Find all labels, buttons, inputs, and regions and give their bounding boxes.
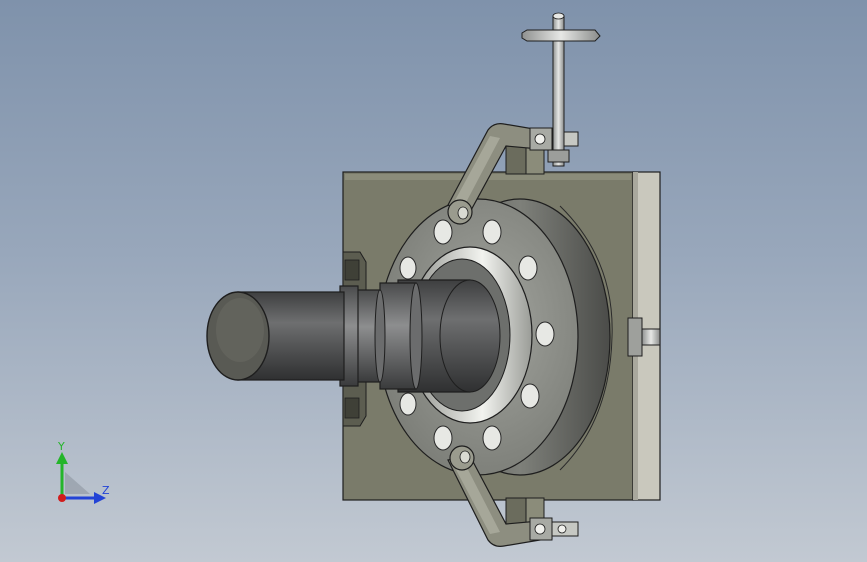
triad-plane [65,472,90,494]
y-axis-arrow [56,452,68,464]
shaft[interactable] [206,279,501,393]
triad-axes [56,452,106,504]
x-axis-dot [58,494,66,502]
graphics-viewport[interactable]: Y Z [0,0,867,562]
z-axis-label: Z [102,484,110,497]
reference-triad: Y Z [40,436,130,516]
cad-model[interactable] [0,0,867,562]
y-axis-label: Y [58,440,65,453]
